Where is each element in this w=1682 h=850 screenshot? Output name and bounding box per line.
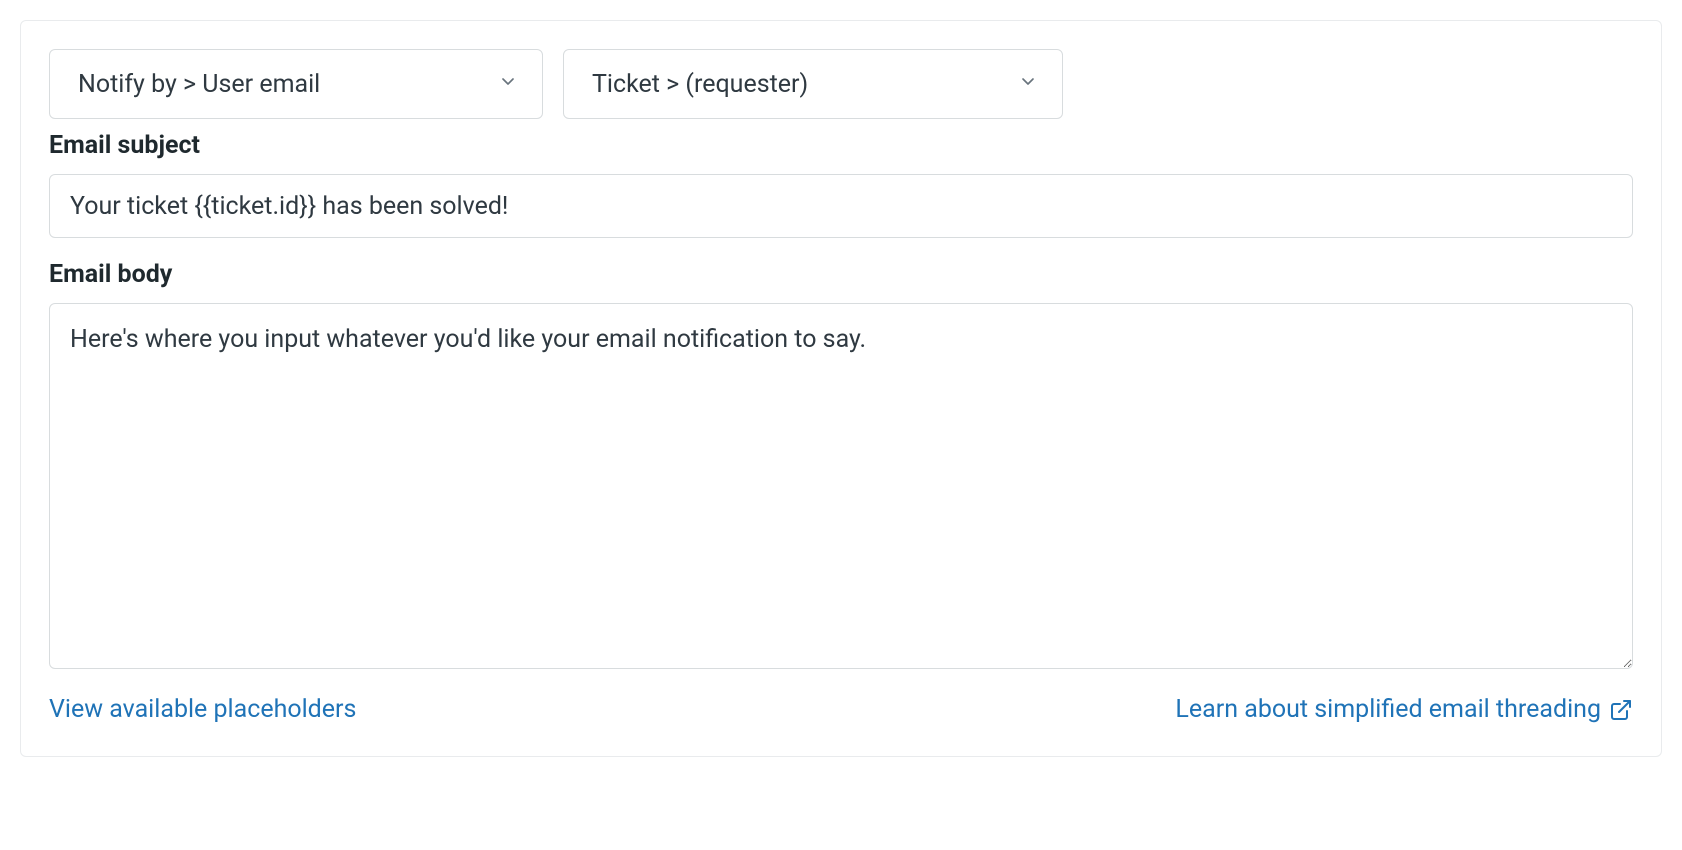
- email-subject-label: Email subject: [49, 131, 1633, 160]
- chevron-down-icon: [1018, 70, 1038, 99]
- notification-config-panel: Notify by > User email Ticket > (request…: [20, 20, 1662, 757]
- notify-action-value: Notify by > User email: [78, 70, 320, 99]
- view-placeholders-label: View available placeholders: [49, 695, 356, 724]
- external-link-icon: [1609, 698, 1633, 722]
- notify-action-select[interactable]: Notify by > User email: [49, 49, 543, 119]
- footer-links: View available placeholders Learn about …: [49, 695, 1633, 724]
- notify-target-value: Ticket > (requester): [592, 70, 808, 99]
- action-target-row: Notify by > User email Ticket > (request…: [49, 49, 1633, 119]
- notify-target-select[interactable]: Ticket > (requester): [563, 49, 1063, 119]
- learn-threading-link[interactable]: Learn about simplified email threading: [1175, 695, 1633, 724]
- view-placeholders-link[interactable]: View available placeholders: [49, 695, 356, 724]
- email-subject-block: Email subject: [49, 131, 1633, 238]
- learn-threading-label: Learn about simplified email threading: [1175, 695, 1601, 724]
- email-body-textarea[interactable]: [49, 303, 1633, 669]
- chevron-down-icon: [498, 70, 518, 99]
- email-body-label: Email body: [49, 260, 1633, 289]
- email-body-block: Email body: [49, 260, 1633, 673]
- email-subject-input[interactable]: [49, 174, 1633, 238]
